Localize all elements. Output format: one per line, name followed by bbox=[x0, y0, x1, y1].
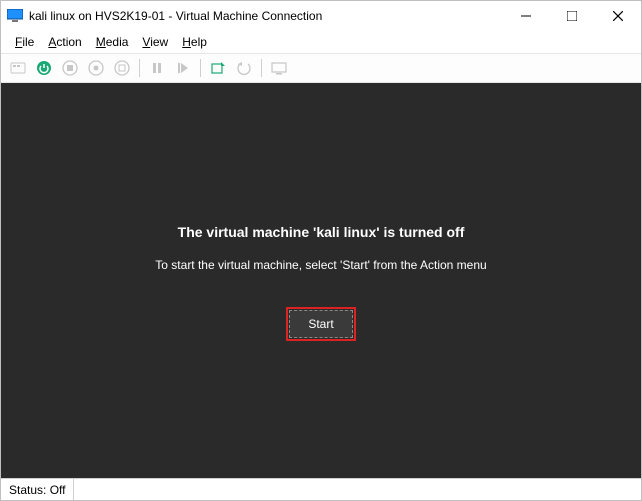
toolbar-separator bbox=[261, 59, 262, 77]
shutdown-icon[interactable] bbox=[85, 57, 107, 79]
revert-icon[interactable] bbox=[233, 57, 255, 79]
window-controls bbox=[503, 1, 641, 31]
ctrl-alt-del-icon[interactable] bbox=[7, 57, 29, 79]
menu-action[interactable]: Action bbox=[42, 33, 87, 51]
vm-off-headline: The virtual machine 'kali linux' is turn… bbox=[178, 224, 465, 240]
toolbar-separator bbox=[200, 59, 201, 77]
maximize-button[interactable] bbox=[549, 1, 595, 31]
toolbar-separator bbox=[139, 59, 140, 77]
menu-media[interactable]: Media bbox=[90, 33, 135, 51]
vm-off-instruction: To start the virtual machine, select 'St… bbox=[155, 258, 486, 272]
menubar: File Action Media View Help bbox=[1, 31, 641, 53]
menu-view[interactable]: View bbox=[136, 33, 174, 51]
toolbar bbox=[1, 53, 641, 83]
start-button[interactable]: Start bbox=[289, 310, 352, 338]
minimize-button[interactable] bbox=[503, 1, 549, 31]
vm-connection-window: kali linux on HVS2K19-01 - Virtual Machi… bbox=[0, 0, 642, 501]
close-button[interactable] bbox=[595, 1, 641, 31]
save-icon[interactable] bbox=[111, 57, 133, 79]
reset-icon[interactable] bbox=[172, 57, 194, 79]
app-monitor-icon bbox=[7, 9, 23, 23]
titlebar: kali linux on HVS2K19-01 - Virtual Machi… bbox=[1, 1, 641, 31]
start-icon[interactable] bbox=[33, 57, 55, 79]
checkpoint-icon[interactable] bbox=[207, 57, 229, 79]
turn-off-icon[interactable] bbox=[59, 57, 81, 79]
status-text: Status: Off bbox=[1, 479, 74, 500]
menu-file[interactable]: File bbox=[9, 33, 40, 51]
menu-help[interactable]: Help bbox=[176, 33, 213, 51]
enhanced-session-icon[interactable] bbox=[268, 57, 290, 79]
window-title: kali linux on HVS2K19-01 - Virtual Machi… bbox=[29, 9, 503, 23]
pause-icon[interactable] bbox=[146, 57, 168, 79]
statusbar: Status: Off bbox=[1, 478, 641, 500]
vm-viewport: The virtual machine 'kali linux' is turn… bbox=[1, 83, 641, 478]
